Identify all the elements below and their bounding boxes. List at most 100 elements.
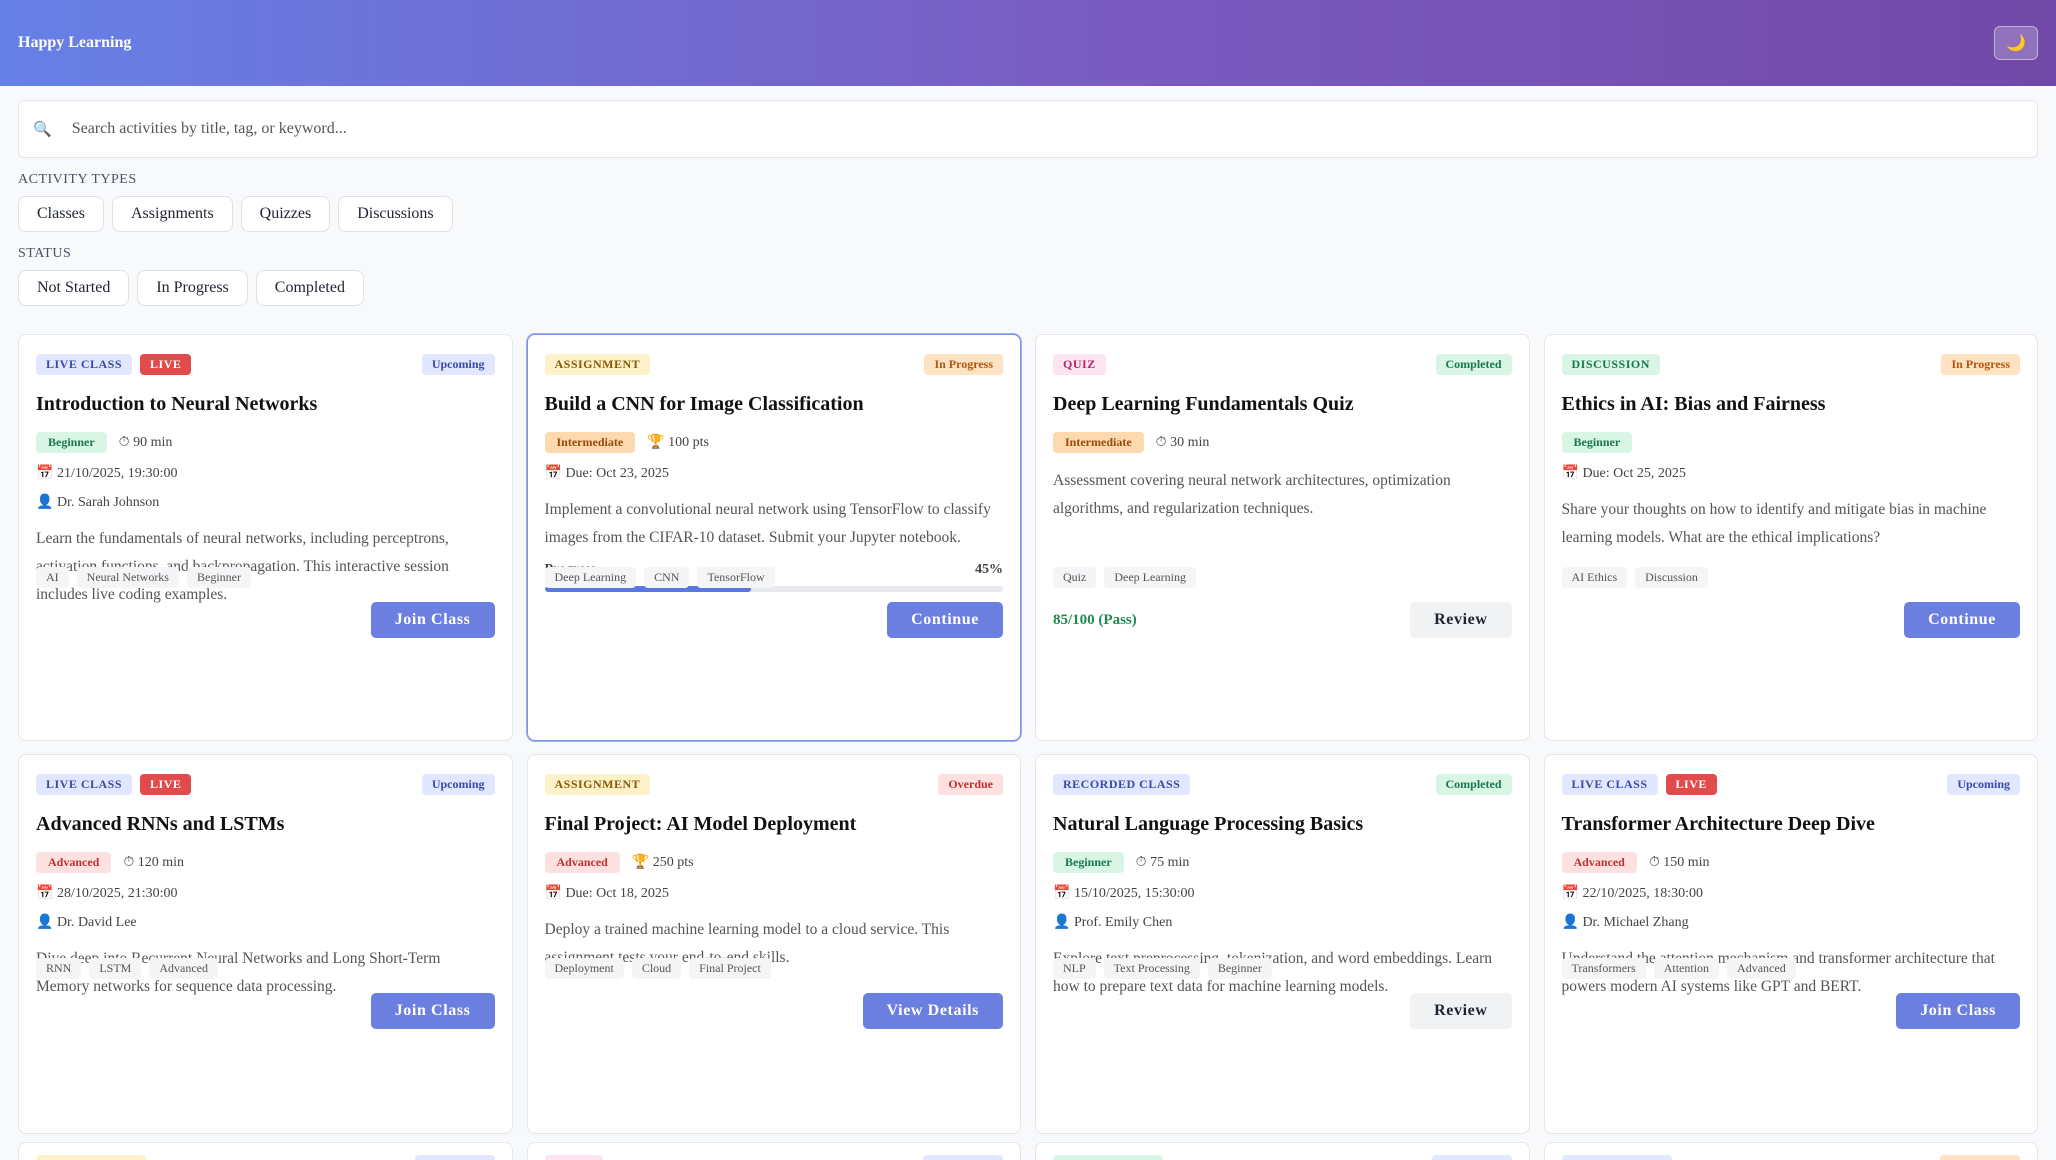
tag-list: Deep Learning CNN TensorFlow <box>544 567 775 588</box>
moon-icon: 🌙 <box>2006 35 2026 52</box>
activity-title: Deep Learning Fundamentals Quiz <box>1053 393 1354 415</box>
activity-card-peek[interactable] <box>1035 1142 1530 1160</box>
clock-icon: ⏱ <box>1135 854 1147 870</box>
date-text: 15/10/2025, 15:30:00 <box>1073 886 1195 901</box>
tag[interactable]: Advanced <box>1727 958 1796 979</box>
filter-not-started[interactable]: Not Started <box>18 270 130 306</box>
person-icon: 👤 <box>1561 915 1579 930</box>
search-icon: 🔍 <box>33 121 52 138</box>
tag[interactable]: Quiz <box>1053 567 1097 588</box>
card-footer: Join Class <box>36 993 495 1029</box>
live-badge: LIVE <box>140 353 192 375</box>
difficulty-badge: Beginner <box>1561 432 1633 453</box>
tag[interactable]: Attention <box>1653 958 1720 979</box>
activity-card[interactable]: LIVE CLASS LIVE Upcoming Advanced RNNs and … <box>18 754 513 1134</box>
tag[interactable]: Deployment <box>544 958 624 979</box>
activity-card-peek[interactable] <box>18 1142 513 1160</box>
activity-duration-or-points: 🏆 250 pts <box>632 854 694 871</box>
review-button[interactable]: Review <box>1410 602 1512 638</box>
tag[interactable]: LSTM <box>89 958 142 979</box>
progress-percent: 45% <box>975 562 1003 577</box>
activity-card[interactable]: LIVE CLASS LIVE Upcoming Introduction to Ne… <box>18 334 513 741</box>
review-button[interactable]: Review <box>1410 993 1512 1029</box>
activity-title: Introduction to Neural Networks <box>36 393 318 415</box>
continue-button[interactable]: Continue <box>1904 602 2020 638</box>
theme-toggle-button[interactable]: 🌙 <box>1994 26 2038 60</box>
search-input[interactable] <box>71 120 2023 138</box>
tag[interactable]: Cloud <box>631 958 682 979</box>
join-class-button[interactable]: Join Class <box>370 602 495 638</box>
filter-completed[interactable]: Completed <box>255 270 364 306</box>
trophy-icon: 🏆 <box>631 855 650 870</box>
clock-icon: ⏱ <box>118 434 130 450</box>
search-bar[interactable]: 🔍 <box>18 100 2038 158</box>
activity-card-peek[interactable] <box>526 1142 1021 1160</box>
tag[interactable]: Deep Learning <box>1104 567 1196 588</box>
tag-list: Deployment Cloud Final Project <box>544 958 771 979</box>
tag[interactable]: Deep Learning <box>544 567 637 588</box>
tag[interactable]: CNN <box>644 567 690 588</box>
activity-card[interactable]: ASSIGNMENT In Progress Build a CNN for Ima… <box>526 334 1021 741</box>
tag[interactable]: AI <box>36 567 69 588</box>
meta-value: 250 pts <box>652 855 694 870</box>
tag[interactable]: RNN <box>36 958 82 979</box>
calendar-icon: 📅 <box>544 466 562 481</box>
meta-value: 30 min <box>1170 434 1210 450</box>
status-badge: Completed <box>1435 773 1512 795</box>
difficulty-badge: Beginner <box>1053 852 1124 873</box>
activity-card[interactable]: LIVE CLASS LIVE Upcoming Transformer Archit… <box>1543 754 2038 1134</box>
card-footer: View Details <box>545 993 1003 1029</box>
activity-card-peek[interactable] <box>1543 1142 2038 1160</box>
card-header: DISCUSSION In Progress <box>1561 353 2020 375</box>
tag[interactable]: Beginner <box>1207 958 1272 979</box>
activity-description: Implement a convolutional neural network… <box>544 501 991 546</box>
filter-classes[interactable]: Classes <box>18 196 104 232</box>
activity-meta: Beginner ⏱ 90 min <box>36 432 495 453</box>
card-header: RECORDED CLASS Completed <box>1053 773 1512 795</box>
clock-icon: ⏱ <box>1648 854 1660 870</box>
tag[interactable]: Advanced <box>149 958 219 979</box>
join-class-button[interactable]: Join Class <box>1896 993 2020 1029</box>
activity-description: Assessment covering neural network archi… <box>1053 472 1451 517</box>
join-class-button[interactable]: Join Class <box>370 993 495 1029</box>
activity-duration-or-points: ⏱ 30 min <box>1156 435 1210 451</box>
tag[interactable]: NLP <box>1053 958 1096 979</box>
live-badge: LIVE <box>1665 773 1717 795</box>
tag[interactable]: AI Ethics <box>1561 567 1628 588</box>
filter-assignments[interactable]: Assignments <box>112 196 233 232</box>
activity-card[interactable]: QUIZ Completed Deep Learning Fundamentals … <box>1035 334 1530 741</box>
next-row-cards-peek <box>18 1142 2038 1160</box>
activity-type-badge: LIVE CLASS <box>1561 773 1658 795</box>
activity-type-filters: Classes Assignments Quizzes Discussions <box>18 196 2038 232</box>
activity-grid: LIVE CLASS LIVE Upcoming Introduction to Ne… <box>18 334 2038 1134</box>
view-details-button[interactable]: View Details <box>862 993 1003 1029</box>
person-icon: 👤 <box>1053 915 1071 930</box>
filter-in-progress[interactable]: In Progress <box>137 270 248 306</box>
tag[interactable]: Transformers <box>1561 958 1646 979</box>
activity-card[interactable]: DISCUSSION In Progress Ethics in AI: Bias … <box>1543 334 2038 741</box>
tag[interactable]: Beginner <box>186 567 251 588</box>
activity-card[interactable]: RECORDED CLASS Completed Natural Language … <box>1035 754 1530 1134</box>
tag[interactable]: TensorFlow <box>697 567 775 588</box>
status-badge: Completed <box>1435 353 1512 375</box>
activity-instructor: 👤 Dr. Sarah Johnson <box>36 494 495 511</box>
tag[interactable]: Text Processing <box>1103 958 1200 979</box>
activity-type-badge: ASSIGNMENT <box>544 773 651 795</box>
meta-value: 150 min <box>1663 854 1710 870</box>
date-text: Due: Oct 18, 2025 <box>565 886 669 901</box>
activity-instructor: 👤 Dr. Michael Zhang <box>1562 914 2021 931</box>
activity-title: Natural Language Processing Basics <box>1053 813 1364 835</box>
activity-type-badge: ASSIGNMENT <box>544 353 651 375</box>
filter-quizzes[interactable]: Quizzes <box>240 196 331 232</box>
continue-button[interactable]: Continue <box>887 602 1003 638</box>
tag[interactable]: Final Project <box>689 958 771 979</box>
card-badges: LIVE CLASS LIVE <box>36 773 192 795</box>
filter-discussions[interactable]: Discussions <box>338 196 453 232</box>
tag[interactable]: Discussion <box>1635 567 1708 588</box>
activity-card[interactable]: ASSIGNMENT Overdue Final Project: AI Model… <box>526 754 1021 1134</box>
activity-meta: Beginner ⏱ 75 min <box>1053 852 1512 873</box>
difficulty-badge: Intermediate <box>544 432 636 453</box>
activity-duration-or-points: ⏱ 75 min <box>1136 855 1190 871</box>
tag[interactable]: Neural Networks <box>76 567 179 588</box>
activity-date: 📅 21/10/2025, 19:30:00 <box>36 465 495 482</box>
